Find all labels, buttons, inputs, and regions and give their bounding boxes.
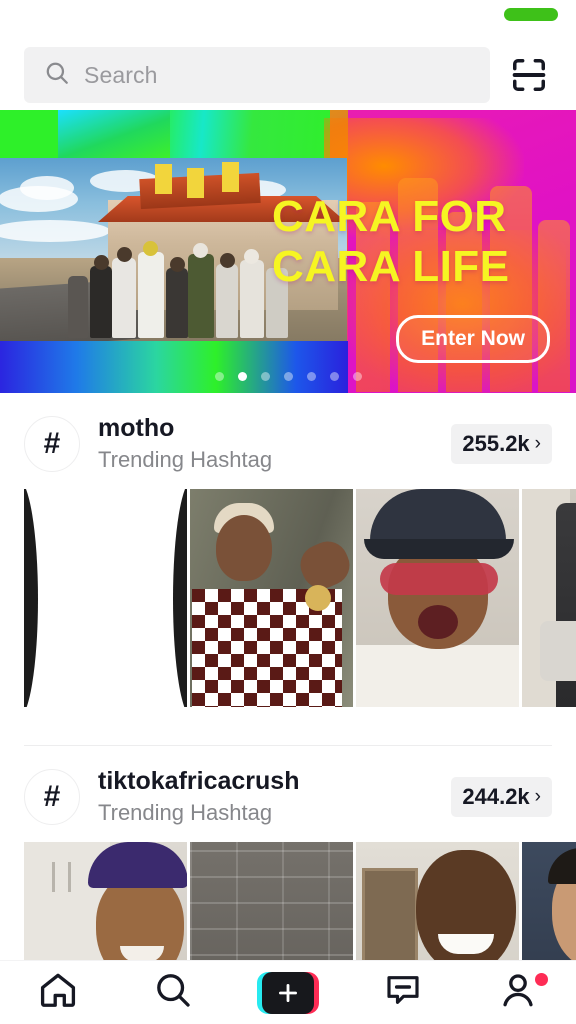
video-thumbnail[interactable] [24,489,187,707]
person-icon [497,969,539,1016]
search-input[interactable]: Search [24,47,490,103]
app-screen: Search CARA FOR CARA LIFE Enter Now # mo… [0,0,576,1024]
carousel-dot[interactable] [260,372,270,381]
video-thumbnail[interactable] [356,489,519,707]
bottom-navigation [0,960,576,1024]
carousel-dots[interactable] [0,372,576,381]
trending-hashtag-section-motho: # motho Trending Hashtag 255.2k › [0,393,576,707]
nav-item-profile[interactable] [472,961,564,1024]
banner-title-line-2: CARA LIFE [272,242,510,291]
hashtag-text-group: tiktokafricacrush Trending Hashtag [98,766,433,828]
hashtag-text-group: motho Trending Hashtag [98,413,433,475]
scan-qr-icon[interactable] [506,52,552,98]
banner-title: CARA FOR CARA LIFE [272,192,572,292]
carousel-dot[interactable] [306,372,316,381]
hashtag-count: 255.2k [462,431,530,456]
banner-title-line-1: CARA FOR [272,192,507,241]
hashtag-subtitle: Trending Hashtag [98,447,273,472]
recording-indicator-pill [504,8,558,21]
carousel-dot[interactable] [329,372,339,381]
home-icon [37,969,79,1016]
status-bar [0,0,576,30]
plus-icon [261,971,314,1014]
chevron-right-icon: › [534,433,541,454]
search-header: Search [0,44,576,106]
nav-item-discover[interactable] [127,961,219,1024]
chevron-right-icon: › [534,786,541,807]
hashtag-count-badge[interactable]: 255.2k › [451,424,552,464]
banner-green-accent [58,110,170,158]
hashtag-header[interactable]: # tiktokafricacrush Trending Hashtag 244… [0,746,576,842]
search-icon [153,970,193,1015]
video-thumbnail-row[interactable] [0,489,576,707]
hashtag-header[interactable]: # motho Trending Hashtag 255.2k › [0,393,576,489]
hashtag-count-badge[interactable]: 244.2k › [451,777,552,817]
hashtag-subtitle: Trending Hashtag [98,800,273,825]
hashtag-icon: # [24,416,80,472]
banner-bottom-strip [0,341,348,393]
notification-badge-dot [535,972,549,986]
banner-top-strip [0,110,348,158]
nav-item-create[interactable] [242,961,334,1024]
hashtag-icon: # [24,769,80,825]
video-thumbnail[interactable] [522,489,576,707]
promo-banner[interactable]: CARA FOR CARA LIFE Enter Now [0,110,576,393]
inbox-icon [383,970,423,1015]
enter-now-button[interactable]: Enter Now [396,315,550,363]
carousel-dot[interactable] [283,372,293,381]
hashtag-name: tiktokafricacrush [98,767,300,795]
video-thumbnail[interactable] [190,489,353,707]
search-placeholder: Search [84,61,158,88]
carousel-dot[interactable] [214,372,224,381]
carousel-dot[interactable] [352,372,362,381]
hashtag-name: motho [98,414,175,442]
hashtag-count: 244.2k [462,784,530,809]
nav-item-home[interactable] [12,961,104,1024]
create-button[interactable] [256,971,319,1014]
carousel-dot-active[interactable] [237,372,247,381]
nav-item-inbox[interactable] [357,961,449,1024]
search-icon [44,60,70,91]
